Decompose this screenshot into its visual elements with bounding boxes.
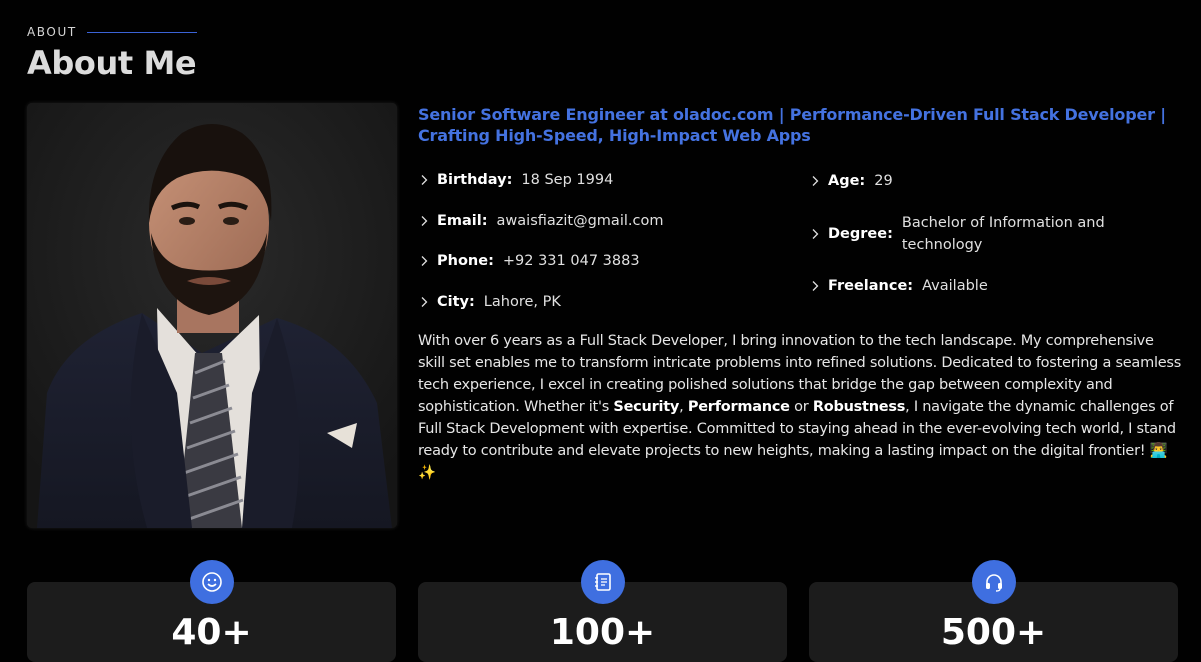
chevron-right-icon [812, 176, 819, 186]
info-phone: Phone: +92 331 047 3883 [418, 251, 798, 271]
chevron-right-icon [812, 281, 819, 291]
info-email: Email: awaisfiazit@gmail.com [418, 211, 798, 231]
info-value: awaisfiazit@gmail.com [496, 212, 664, 229]
info-key: Freelance: [828, 278, 914, 294]
bio-emphasis: Performance [687, 399, 790, 415]
info-key: Birthday: [437, 172, 513, 188]
info-value: 29 [874, 173, 893, 189]
info-city: City: Lahore, PK [418, 292, 798, 312]
chevron-right-icon [421, 296, 428, 307]
info-key: Age: [828, 173, 866, 189]
journal-icon [581, 560, 625, 604]
info-age: Age: 29 [809, 170, 1139, 192]
section-label-text: ABOUT [27, 25, 77, 39]
bio-emphasis: Security [613, 399, 680, 415]
bio-text: or [789, 399, 813, 415]
chevron-right-icon [421, 215, 428, 226]
info-value: Bachelor of Information and technology [901, 215, 1105, 253]
bio-emphasis: Robustness [812, 399, 906, 415]
info-key: Email: [437, 212, 488, 229]
profile-photo [27, 103, 397, 528]
stat-value: 100+ [549, 612, 656, 653]
bio-paragraph: With over 6 years as a Full Stack Develo… [418, 330, 1183, 484]
section-title: About Me [27, 44, 197, 82]
info-key: Phone: [437, 253, 494, 269]
section-label: ABOUT [27, 25, 197, 39]
info-value: Lahore, PK [483, 293, 561, 310]
info-list-right: Age: 29 Degree: Bachelor of Information … [809, 170, 1139, 317]
info-birthday: Birthday: 18 Sep 1994 [418, 170, 798, 190]
chevron-right-icon [421, 256, 428, 266]
stat-value: 40+ [171, 612, 252, 653]
info-value: Available [922, 278, 988, 294]
stat-value: 500+ [940, 612, 1047, 653]
headline: Senior Software Engineer at oladoc.com |… [418, 105, 1166, 145]
info-key: Degree: [828, 226, 893, 242]
bio-text: , [679, 399, 688, 415]
chevron-right-icon [812, 229, 819, 239]
chevron-right-icon [421, 175, 428, 185]
info-freelance: Freelance: Available [809, 275, 1139, 297]
section-label-line [86, 31, 197, 33]
smiley-icon [190, 560, 234, 604]
info-degree: Degree: Bachelor of Information and tech… [809, 212, 1139, 256]
info-value: +92 331 047 3883 [502, 253, 640, 269]
info-value: 18 Sep 1994 [521, 172, 614, 188]
info-list-left: Birthday: 18 Sep 1994 Email: awaisfiazit… [418, 170, 798, 332]
info-key: City: [437, 293, 475, 310]
headset-icon [972, 560, 1016, 604]
